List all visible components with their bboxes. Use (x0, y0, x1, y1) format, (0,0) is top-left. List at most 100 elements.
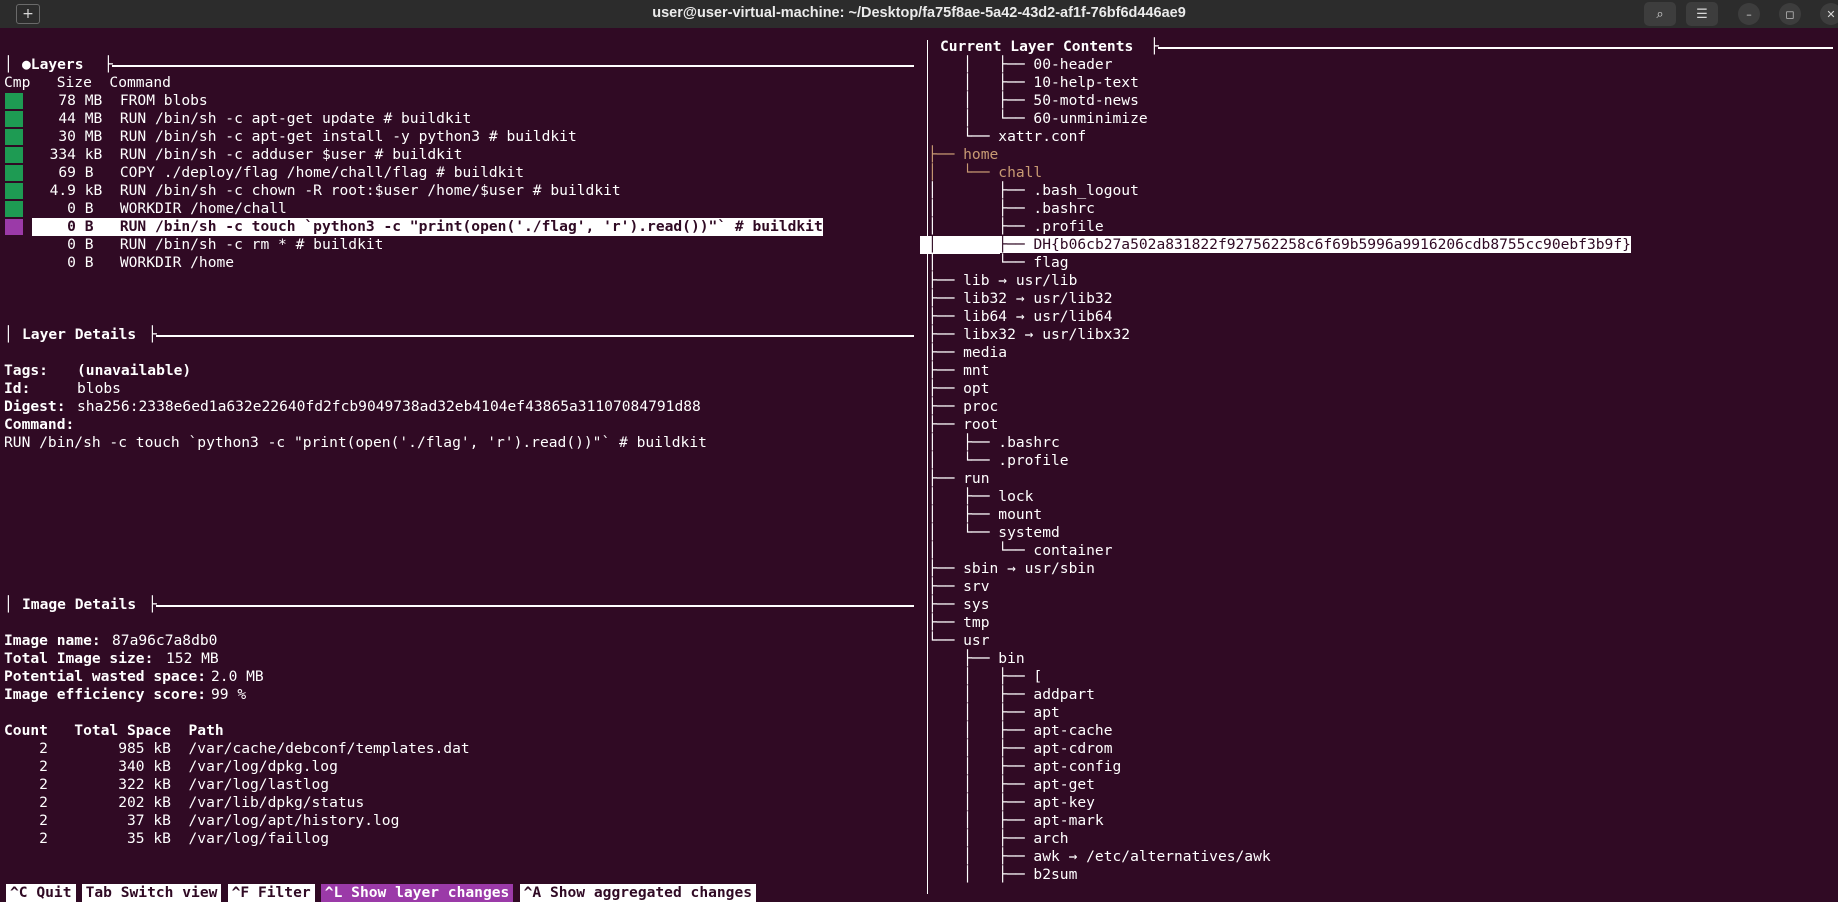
tree-row[interactable]: │ └── 60-unminimize (928, 110, 1148, 128)
efficiency-label: Image efficiency score: (4, 686, 207, 703)
wasted-table-header: Count Total Space Path (4, 722, 224, 739)
layer-row-selected[interactable]: 0 B RUN /bin/sh -c touch `python3 -c "pr… (32, 218, 823, 236)
layer-row[interactable]: 44 MB RUN /bin/sh -c apt-get update # bu… (32, 110, 471, 128)
layer-row[interactable]: 0 B WORKDIR /home/chall (32, 200, 287, 218)
tree-row[interactable]: │ ├── arch (928, 830, 1068, 848)
tree-row[interactable]: │ ├── apt-key (928, 794, 1095, 812)
menu-icon[interactable]: ☰ (1686, 2, 1718, 26)
tree-row[interactable]: │ ├── mount (928, 506, 1042, 524)
tree-row[interactable]: ├── opt (928, 380, 990, 398)
tree-row[interactable]: │ ├── .bash_logout (928, 182, 1139, 200)
digest-label: Digest: (4, 398, 66, 415)
tree-row[interactable]: ├── lib32 → usr/lib32 (928, 290, 1113, 308)
id-value: blobs (77, 380, 121, 397)
tree-row[interactable]: │ └── systemd (928, 524, 1060, 542)
status-key-1[interactable]: Tab Switch view (81, 884, 222, 902)
tree-row[interactable]: ├── run (928, 470, 990, 488)
layer-efficiency-bar (5, 147, 23, 163)
status-key-2[interactable]: ^F Filter (227, 884, 315, 902)
tree-row[interactable]: ├── home (928, 146, 998, 164)
search-icon[interactable]: ⌕ (1644, 2, 1676, 26)
tree-row[interactable]: │ ├── 10-help-text (928, 74, 1139, 92)
status-key-3[interactable]: ^L Show layer changes (320, 884, 514, 902)
tags-label: Tags: (4, 362, 48, 379)
tree-row[interactable]: ├── media (928, 344, 1007, 362)
tree-row[interactable]: │ ├── .profile (928, 218, 1104, 236)
layer-efficiency-bar (5, 93, 23, 109)
tree-row[interactable]: └── xattr.conf (928, 128, 1086, 146)
tree-row-selected[interactable]: │ ├── DH{b06cb27a502a831822f927562258c6f… (920, 236, 1631, 254)
id-label: Id: (4, 380, 31, 397)
layer-row[interactable]: 334 kB RUN /bin/sh -c adduser $user # bu… (32, 146, 463, 164)
tree-selected-entry[interactable]: DH{b06cb27a502a831822f927562258c6f69b599… (1033, 236, 1631, 253)
command-label: Command: (4, 416, 75, 433)
tree-row[interactable]: ├── sbin → usr/sbin (928, 560, 1095, 578)
wasted-table-row: 2 37 kB /var/log/apt/history.log (4, 812, 400, 829)
tree-row[interactable]: │ ├── apt-mark (928, 812, 1104, 830)
tree-row[interactable]: │ ├── lock (928, 488, 1033, 506)
layers-header: Cmp Size Command (4, 74, 171, 91)
wasted-table-row: 2 985 kB /var/cache/debconf/templates.da… (4, 740, 470, 757)
layer-row[interactable]: 30 MB RUN /bin/sh -c apt-get install -y … (32, 128, 576, 146)
layer-row[interactable]: 0 B WORKDIR /home (32, 254, 234, 272)
tree-row[interactable]: │ └── .profile (928, 452, 1069, 470)
layers-title-tick: │ (4, 56, 13, 73)
restore-icon[interactable]: ◻ (1779, 3, 1801, 25)
layer-details-rule (156, 335, 914, 337)
tree-row[interactable]: │ ├── apt-get (928, 776, 1095, 794)
terminal[interactable]: │ ●Layers ├ Cmp Size Command 78 MB FROM … (0, 28, 1838, 902)
layer-efficiency-bar (5, 111, 23, 127)
status-key-0[interactable]: ^C Quit (6, 884, 76, 902)
layer-details-title: Layer Details (22, 326, 137, 343)
digest-value: sha256:2338e6ed1a632e22640fd2fcb9049738a… (77, 398, 701, 415)
tree-row[interactable]: │ └── chall (928, 164, 1042, 182)
layer-efficiency-bar (5, 201, 23, 217)
image-details-title: Image Details (22, 596, 137, 613)
tree-row[interactable]: ├── proc (928, 398, 998, 416)
tree-row[interactable]: │ ├── apt-cdrom (928, 740, 1112, 758)
tree-row[interactable]: ├── lib → usr/lib (928, 272, 1077, 290)
tree-row[interactable]: └── usr (928, 632, 990, 650)
layer-efficiency-bar (5, 165, 23, 181)
tree-row[interactable]: ├── root (928, 416, 998, 434)
layer-row[interactable]: 4.9 kB RUN /bin/sh -c chown -R root:$use… (32, 182, 621, 200)
tree-row[interactable]: ├── mnt (928, 362, 990, 380)
tree-row[interactable]: ├── lib64 → usr/lib64 (928, 308, 1113, 326)
image-title-tick: │ (4, 596, 13, 613)
tree-row[interactable]: │ ├── apt-config (928, 758, 1121, 776)
tree-row[interactable]: │ └── container (928, 542, 1113, 560)
tree-row[interactable]: │ ├── .bashrc (928, 434, 1060, 452)
tree-row[interactable]: │ ├── awk → /etc/alternatives/awk (928, 848, 1271, 866)
tree-row[interactable]: ├── libx32 → usr/libx32 (928, 326, 1130, 344)
tree-row[interactable]: │ └── flag (928, 254, 1069, 272)
tree-row[interactable]: ├── sys (928, 596, 990, 614)
window-titlebar: + user@user-virtual-machine: ~/Desktop/f… (0, 0, 1838, 28)
wasted-table-row: 2 322 kB /var/log/lastlog (4, 776, 330, 793)
close-icon[interactable]: ✕ (1820, 3, 1838, 25)
wasted-table-row: 2 202 kB /var/lib/dpkg/status (4, 794, 365, 811)
tree-row[interactable]: │ ├── apt-cache (928, 722, 1112, 740)
wasted-space-label: Potential wasted space: (4, 668, 207, 685)
layer-row[interactable]: 69 B COPY ./deploy/flag /home/chall/flag… (32, 164, 524, 182)
efficiency-value: 99 % (211, 686, 247, 703)
tree-row[interactable]: │ ├── addpart (928, 686, 1095, 704)
minimize-icon[interactable]: – (1738, 3, 1760, 25)
tree-row[interactable]: ├── tmp (928, 614, 990, 632)
tree-row[interactable]: ├── bin (928, 650, 1025, 668)
status-key-4[interactable]: ^A Show aggregated changes (519, 884, 757, 902)
tree-row[interactable]: │ ├── 00-header (928, 56, 1112, 74)
tree-row[interactable]: │ ├── [ (928, 668, 1042, 686)
tree-row[interactable]: │ ├── apt (928, 704, 1060, 722)
command-value: RUN /bin/sh -c touch `python3 -c "print(… (4, 434, 707, 451)
tree-row[interactable]: │ ├── b2sum (928, 866, 1077, 884)
tree-row[interactable]: │ ├── 50-motd-news (928, 92, 1139, 110)
tree-branch: │ ├── (928, 236, 1034, 253)
tree-row[interactable]: ├── srv (928, 578, 990, 596)
layer-row[interactable]: 78 MB FROM blobs (32, 92, 207, 110)
tree-cursor-marker (920, 236, 928, 254)
wasted-table-row: 2 340 kB /var/log/dpkg.log (4, 758, 338, 775)
layer-row[interactable]: 0 B RUN /bin/sh -c rm * # buildkit (32, 236, 383, 254)
layers-title-rule (112, 65, 914, 67)
wasted-table-row: 2 35 kB /var/log/faillog (4, 830, 330, 847)
tree-row[interactable]: │ ├── .bashrc (928, 200, 1095, 218)
